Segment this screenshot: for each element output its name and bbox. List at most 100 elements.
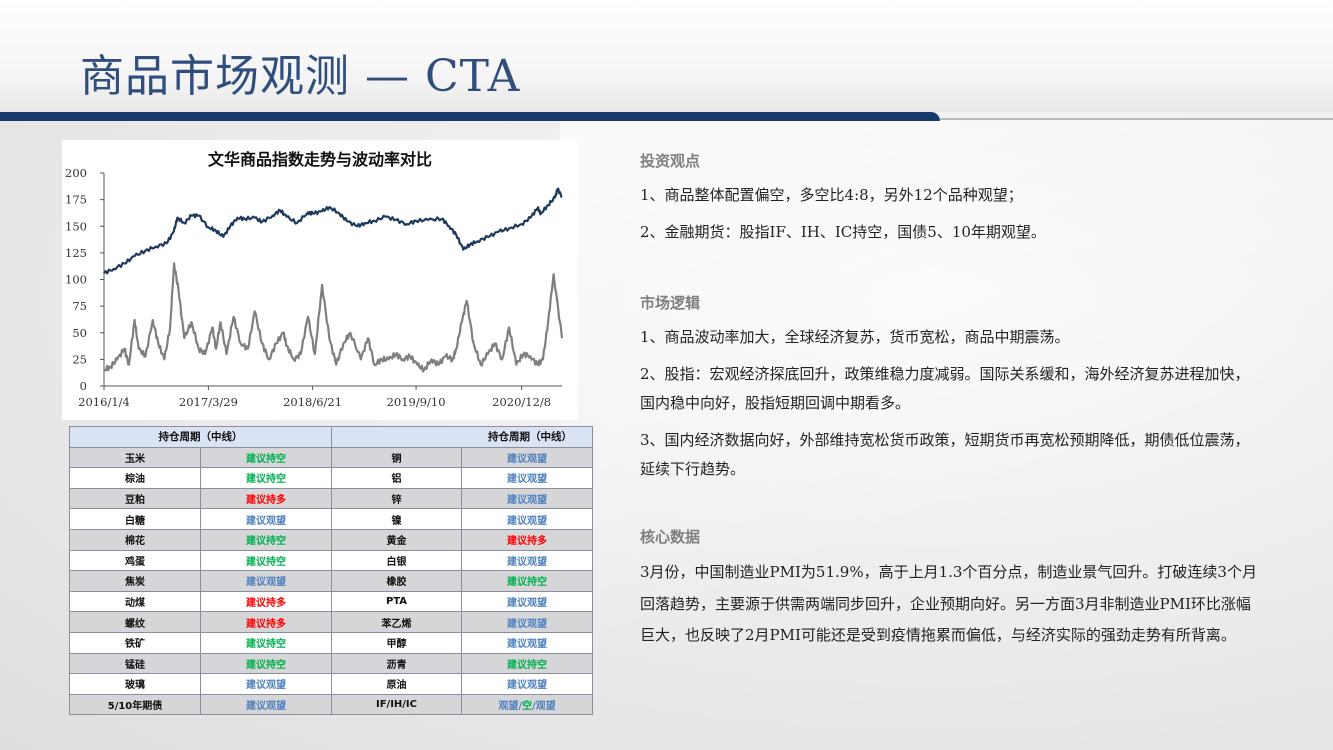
recommendation: 建议观望	[461, 590, 593, 613]
y-tick-label: 0	[80, 379, 87, 393]
commodity-name: 螺纹	[69, 611, 201, 633]
recommendation: 建议观望	[461, 446, 593, 469]
logic-point-2: 2、股指：宏观经济探底回升，政策维稳力度减弱。国际关系缓和，海外经济复苏进程加快…	[640, 365, 1250, 412]
recommendation: 建议观望	[461, 467, 593, 489]
commodity-name: 5/10年期债	[69, 693, 201, 716]
table-body: 玉米 建议持空铜建议观望 棕油 建议持空铝建议观望 豆粕 建议持多锌建议观望 白糖 建议观望镍…	[69, 446, 593, 716]
recommendation: 建议持空	[200, 652, 332, 675]
x-tick-label: 2017/3/29	[179, 395, 238, 409]
page-title: 商品市场观测 — CTA	[80, 51, 521, 102]
core-heading: 核心数据	[640, 528, 701, 546]
commodity-name: 棉花	[69, 528, 201, 551]
table-row: 玉米 建议持空铜建议观望	[69, 446, 593, 469]
commodity-name: 动煤	[69, 590, 201, 613]
recommendation-part: 空	[522, 701, 532, 713]
commodity-name: 棕油	[69, 467, 201, 489]
volatility-series-line	[103, 262, 564, 373]
logic-heading: 市场逻辑	[640, 294, 701, 312]
chart-panel: 文华商品指数走势与波动率对比 0 25 50 75 100 125 150 175 200 20…	[62, 140, 578, 420]
commodity-name: 黄金	[331, 528, 462, 551]
commodity-name: 鸡蛋	[69, 549, 201, 572]
commodity-name: PTA	[331, 590, 462, 613]
commodity-name: IF/IH/IC	[331, 693, 462, 716]
y-tick-label: 200	[65, 166, 87, 180]
commodity-name: 玉米	[69, 446, 201, 469]
commodity-name: 白糖	[69, 508, 201, 530]
table-row: 动煤 建议持多 PTA 建议观望	[69, 590, 593, 613]
y-tick-label: 150	[65, 219, 87, 233]
recommendation: 建议持空	[200, 631, 332, 654]
x-tick-label: 2016/1/4	[78, 395, 130, 409]
recommendation: 建议持空	[461, 570, 593, 592]
recommendation: 建议观望	[200, 570, 332, 592]
recommendation: 建议持空	[200, 549, 332, 572]
y-tick-label: 125	[65, 246, 87, 260]
recommendation: 建议持空	[461, 652, 593, 675]
table-header-right: 持仓周期（中线）	[331, 426, 593, 448]
y-tick-label: 50	[72, 326, 87, 340]
table-header-right-label: 持仓周期（中线）	[488, 431, 572, 444]
commodity-name: 焦炭	[69, 570, 201, 592]
table-row: 玻璃 建议观望 原油 建议观望	[69, 673, 593, 695]
recommendation: 建议持空	[200, 528, 332, 551]
recommendation: 建议持多	[200, 590, 332, 613]
table-row: 豆粕 建议持多锌建议观望	[69, 487, 593, 510]
invest-point-2: 2、金融期货：股指IF、IH、IC持空，国债5、10年期观望。	[640, 223, 1046, 241]
logic-point-3: 3、国内经济数据向好，外部维持宽松货币政策，短期货币再宽松预期降低，期债低位震荡…	[640, 431, 1250, 478]
recommendation: 建议观望	[461, 487, 593, 510]
commodity-name: 铁矿	[69, 631, 201, 654]
commodity-name: 白银	[331, 549, 462, 572]
index-series-line	[103, 187, 563, 275]
y-tick-label: 100	[65, 273, 87, 287]
recommendation: 建议持多	[200, 487, 332, 510]
commodity-name: 豆粕	[69, 487, 201, 510]
invest-point-1: 1、商品整体配置偏空，多空比4:8，另外12个品种观望；	[640, 186, 1023, 204]
commodity-name: 原油	[331, 673, 462, 695]
position-table: 持仓周期（中线） 持仓周期（中线） 玉米 建议持空铜建议观望 棕油 建议持空铝建议观望…	[69, 426, 593, 716]
recommendation: 建议观望	[461, 673, 593, 695]
title-grey-line	[940, 118, 1333, 120]
x-tick-label: 2020/12/8	[492, 395, 551, 409]
line-chart: 0 25 50 75 100 125 150 175 200 2016/1/4 2017/3/29…	[65, 166, 564, 409]
commodity-name: 苯乙烯	[331, 611, 462, 633]
x-tick-label: 2019/9/10	[387, 395, 446, 409]
table-row: 铁矿 建议持空 甲醇 建议观望	[69, 631, 593, 654]
recommendation: 建议持空	[200, 446, 332, 469]
table-row: 鸡蛋 建议持空 白银 建议观望	[69, 549, 593, 572]
recommendation: 建议观望	[461, 611, 593, 633]
commodity-name: 甲醇	[331, 631, 462, 654]
recommendation: 建议观望	[200, 508, 332, 530]
recommendation-part: 观望	[498, 701, 519, 713]
commodity-name: 橡胶	[331, 570, 462, 592]
y-axis: 0 25 50 75 100 125 150 175 200	[65, 166, 105, 393]
x-axis: 2016/1/4 2017/3/29 2018/6/21 2019/9/10 2020/…	[78, 385, 562, 409]
recommendation-mixed: 观望/空/观望	[461, 693, 593, 716]
table-header-left: 持仓周期（中线）	[69, 426, 332, 448]
recommendation: 建议观望	[461, 549, 593, 572]
title-underline-bar	[0, 112, 940, 121]
table-row: 5/10年期债 建议观望 IF/IH/IC 观望/空/观望	[69, 693, 593, 716]
logic-point-1: 1、商品波动率加大，全球经济复苏，货币宽松，商品中期震荡。	[640, 328, 1070, 346]
table-row: 焦炭 建议观望 橡胶 建议持空	[69, 570, 593, 592]
commodity-name: 铜	[331, 446, 462, 469]
commodity-name: 锌	[331, 487, 462, 510]
table-row: 螺纹 建议持多 苯乙烯 建议观望	[69, 611, 593, 633]
x-tick-label: 2018/6/21	[283, 395, 342, 409]
commodity-name: 铝	[331, 467, 462, 489]
recommendation: 建议观望	[200, 673, 332, 695]
y-tick-label: 25	[72, 352, 87, 366]
y-tick-label: 175	[65, 193, 87, 207]
commodity-name: 玻璃	[69, 673, 201, 695]
recommendation: 建议持多	[200, 611, 332, 633]
text-column: 投资观点 1、商品整体配置偏空，多空比4:8，另外12个品种观望； 2、金融期货…	[640, 150, 1260, 652]
recommendation: 建议观望	[461, 631, 593, 654]
commodity-name: 沥青	[331, 652, 462, 675]
table-row: 锰硅 建议持空 沥青 建议持空	[69, 652, 593, 675]
table-header-row: 持仓周期（中线） 持仓周期（中线）	[69, 426, 593, 448]
y-tick-label: 75	[72, 299, 87, 313]
recommendation: 建议持空	[200, 467, 332, 489]
recommendation-part: 观望	[535, 701, 556, 713]
table-row: 棉花 建议持空 黄金 建议持多	[69, 528, 593, 551]
table-row: 棕油 建议持空铝建议观望	[69, 467, 593, 489]
series-group	[103, 187, 564, 373]
